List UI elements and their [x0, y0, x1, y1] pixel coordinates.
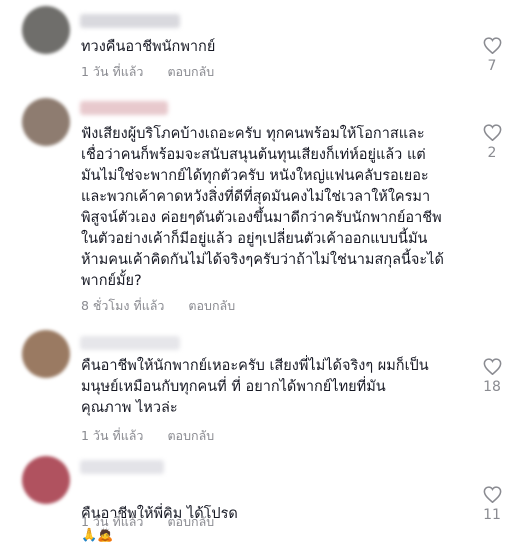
like-count: 7 [487, 58, 497, 74]
username[interactable] [80, 336, 180, 350]
comment-meta: 8 ชั่วโมง ที่แล้ว ตอบกลับ [81, 296, 235, 316]
avatar[interactable] [22, 330, 70, 378]
comment-time: 1 วัน ที่แล้ว [81, 64, 144, 79]
reply-button[interactable]: ตอบกลับ [167, 64, 214, 79]
avatar[interactable] [22, 6, 70, 54]
comment-meta: 1 วัน ที่แล้ว ตอบกลับ [81, 512, 214, 532]
comment-text: คืนอาชีพให้นักพากย์เหอะครับ เสียงพี่ไม่ไ… [81, 358, 429, 416]
avatar[interactable] [22, 98, 70, 146]
avatar[interactable] [22, 456, 70, 504]
username[interactable] [80, 14, 180, 28]
heart-icon [483, 37, 501, 54]
comment-text: ทวงคืนอาชีพนักพากย์ [81, 39, 216, 55]
comment-meta: 1 วัน ที่แล้ว ตอบกลับ [81, 62, 214, 82]
username[interactable] [80, 460, 164, 474]
comment-time: 1 วัน ที่แล้ว [81, 428, 144, 443]
like-count: 2 [487, 145, 497, 161]
comment-time: 8 ชั่วโมง ที่แล้ว [81, 298, 165, 313]
comment-meta: 1 วัน ที่แล้ว ตอบกลับ [81, 426, 214, 446]
heart-icon [483, 486, 501, 503]
reply-button[interactable]: ตอบกลับ [167, 428, 214, 443]
comment-text: ฟังเสียงผู้บริโภคบ้างเถอะครับ ทุกคนพร้อม… [81, 126, 444, 289]
heart-icon [483, 358, 501, 375]
reply-button[interactable]: ตอบกลับ [167, 514, 214, 529]
like-count: 18 [483, 379, 501, 395]
like-button[interactable]: 18 [474, 358, 510, 395]
like-button[interactable]: 2 [474, 124, 510, 161]
like-button[interactable]: 7 [474, 37, 510, 74]
comment-time: 1 วัน ที่แล้ว [81, 514, 144, 529]
like-count: 11 [483, 507, 501, 523]
reply-button[interactable]: ตอบกลับ [188, 298, 235, 313]
username[interactable] [80, 101, 168, 115]
like-button[interactable]: 11 [474, 486, 510, 523]
heart-icon [483, 124, 501, 141]
